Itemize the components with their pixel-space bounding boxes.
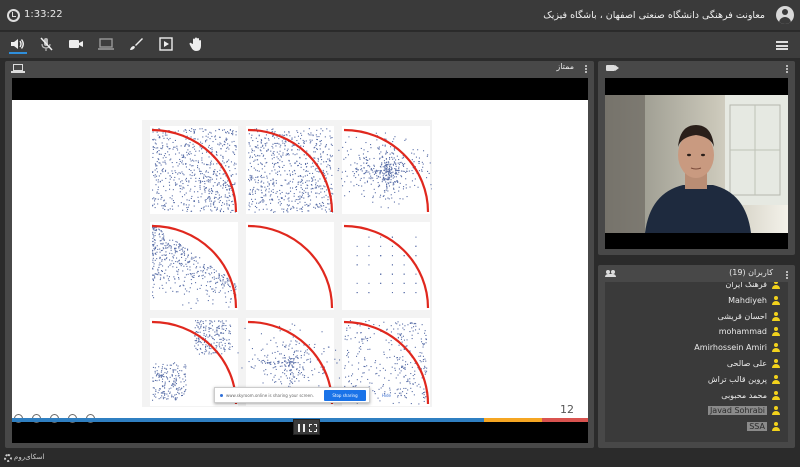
user-name: Javad Sohrabi — [707, 406, 767, 416]
user-name: علی صالحی — [726, 359, 767, 368]
user-list-item[interactable]: علی صالحی — [727, 357, 780, 370]
presenter-name: ممتاز — [556, 62, 574, 71]
presentation-panel: ممتاز 12 www.skyroom.online is sharing y… — [5, 61, 594, 448]
user-name: پروین قالب تراش — [707, 374, 767, 384]
raise-hand-icon[interactable] — [188, 36, 206, 54]
user-list-item[interactable]: محمد محبوبی — [721, 389, 780, 402]
user-list-item[interactable]: mohammad — [719, 325, 780, 338]
video-panel — [598, 61, 795, 255]
user-list-item[interactable]: Amirhossein Amiri — [694, 341, 780, 354]
user-name: فرهنگ ایران — [725, 282, 767, 289]
settings-icon[interactable] — [4, 454, 12, 462]
stop-sharing-button[interactable]: Stop sharing — [324, 390, 366, 401]
session-timer: 1:33:22 — [24, 9, 63, 20]
more-options-icon[interactable] — [585, 65, 587, 73]
brush-icon[interactable] — [128, 36, 146, 54]
user-list-item[interactable]: احسان قریشی — [718, 310, 780, 323]
user-icon — [772, 422, 780, 432]
user-icon — [772, 311, 780, 321]
user-name: احسان قریشی — [717, 311, 767, 321]
share-notice-text: www.skyroom.online is sharing your scree… — [226, 393, 314, 398]
speaker-icon[interactable] — [9, 36, 27, 54]
subplot — [150, 126, 238, 214]
scatter-grid-figure — [142, 120, 432, 407]
webcam-feed-image — [605, 95, 788, 233]
fullscreen-icon[interactable] — [309, 424, 317, 432]
hamburger-menu-icon[interactable] — [776, 41, 788, 50]
user-icon — [772, 359, 780, 368]
camera-icon[interactable] — [68, 36, 86, 54]
hide-button[interactable]: Hide — [382, 393, 391, 398]
slide-number: 12 — [560, 403, 574, 416]
progress-segment — [484, 418, 542, 422]
presentation-header: ممتاز — [5, 61, 594, 75]
clock-icon — [7, 9, 20, 22]
subplot — [150, 222, 238, 310]
more-options-icon[interactable] — [786, 271, 788, 279]
slide: 12 www.skyroom.online is sharing your sc… — [12, 100, 588, 418]
user-name: SSA — [747, 422, 767, 432]
user-list-item[interactable]: Mahdiyeh — [728, 294, 780, 307]
users-panel: کاربران (19) فرهنگ ایران Mahdiyeh احسان قر… — [598, 265, 795, 448]
shared-screen: 12 www.skyroom.online is sharing your sc… — [12, 78, 588, 443]
subplot — [246, 126, 334, 214]
users-icon — [605, 270, 616, 277]
top-bar: 1:33:22 معاونت فرهنگی دانشگاه صنعتی اصفه… — [0, 0, 800, 31]
users-list: فرهنگ ایران Mahdiyeh احسان قریشی mohammad Am… — [605, 282, 788, 442]
progress-segment — [12, 418, 82, 422]
user-name: محمد محبوبی — [721, 390, 767, 400]
screen-share-icon[interactable] — [98, 36, 116, 54]
user-icon — [772, 295, 780, 305]
screen-icon — [11, 64, 25, 73]
user-icon — [772, 390, 780, 400]
progress-segment — [81, 418, 485, 422]
user-name: mohammad — [718, 327, 767, 337]
progress-segment — [541, 418, 588, 422]
user-icon — [772, 282, 780, 289]
brand-label: اسکای‌روم — [14, 453, 45, 461]
user-icon — [772, 374, 780, 384]
pause-icon[interactable] — [298, 424, 305, 432]
camera-icon — [606, 65, 619, 71]
play-icon[interactable] — [158, 36, 176, 54]
user-list-item[interactable]: پروین قالب تراش — [708, 373, 780, 386]
user-icon — [772, 343, 780, 353]
share-controls — [293, 419, 320, 435]
user-icon — [772, 327, 780, 337]
subplot — [246, 222, 334, 310]
user-name: Amirhossein Amiri — [694, 343, 767, 353]
user-list-item[interactable]: Javad Sohrabi — [707, 404, 780, 417]
subplot — [342, 222, 430, 310]
toolbar — [0, 32, 800, 58]
user-icon — [772, 406, 780, 416]
user-avatar-icon[interactable] — [776, 6, 794, 24]
webcam-view — [605, 78, 788, 249]
user-name: Mahdiyeh — [728, 295, 767, 305]
room-title: معاونت فرهنگی دانشگاه صنعتی اصفهان ، باش… — [543, 10, 765, 21]
users-panel-title: کاربران (19) — [729, 268, 773, 277]
screen-share-notification: www.skyroom.online is sharing your scree… — [214, 387, 391, 403]
user-list-item[interactable]: SSA — [747, 420, 780, 433]
mic-muted-icon[interactable] — [38, 36, 56, 54]
share-indicator-icon — [220, 394, 223, 397]
subplot — [332, 126, 432, 214]
user-list-item[interactable]: فرهنگ ایران — [725, 282, 780, 291]
more-options-icon[interactable] — [786, 65, 788, 73]
status-bar: اسکای‌روم — [0, 451, 800, 467]
